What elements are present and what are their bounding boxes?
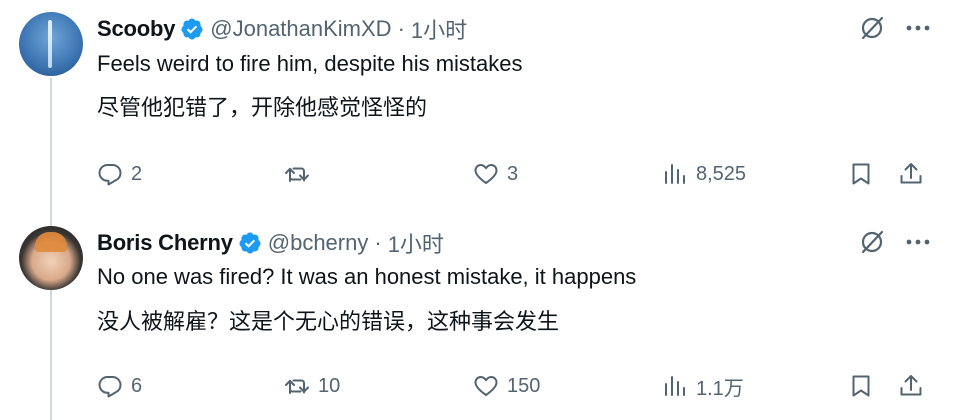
share-icon <box>900 163 922 184</box>
grok-icon[interactable] <box>858 228 886 256</box>
retweet-icon <box>285 167 309 182</box>
tweet-boris-cherny[interactable]: Boris Cherny @bcherny · 1小时 No one was f… <box>0 212 958 420</box>
tweet-action-bar: 6 10 150 1.1万 <box>0 370 958 402</box>
retweet-button[interactable]: 10 <box>284 370 340 402</box>
share-button[interactable] <box>898 158 924 190</box>
like-count: 3 <box>507 162 519 185</box>
views-button[interactable]: 8,525 <box>662 158 746 190</box>
avatar[interactable] <box>19 226 83 290</box>
share-icon <box>900 375 922 396</box>
views-icon <box>665 376 685 396</box>
tweet-scooby[interactable]: Scooby @JonathanKimXD · 1小时 Feels weird … <box>0 0 958 208</box>
display-name[interactable]: Scooby <box>97 16 175 42</box>
retweet-count: 10 <box>318 374 341 397</box>
bookmark-button[interactable] <box>848 370 874 402</box>
tweet-header: Boris Cherny @bcherny · 1小时 <box>97 226 444 260</box>
reply-icon <box>98 376 122 398</box>
share-button[interactable] <box>898 370 924 402</box>
bookmark-button[interactable] <box>848 158 874 190</box>
retweet-icon <box>285 379 309 394</box>
tweet-action-bar: 2 3 8,525 <box>0 158 958 190</box>
reply-count: 6 <box>131 374 143 397</box>
bookmark-icon <box>852 163 870 185</box>
like-button[interactable]: 150 <box>473 370 540 402</box>
view-count: 1.1万 <box>696 377 744 400</box>
more-icon[interactable] <box>904 228 932 256</box>
like-button[interactable]: 3 <box>473 158 518 190</box>
separator-dot: · <box>397 16 405 41</box>
tweet-text: No one was fired? It was an honest mista… <box>97 264 637 289</box>
tweet-top-actions <box>858 228 932 256</box>
separator-dot: · <box>374 230 382 255</box>
reply-icon <box>98 164 122 186</box>
view-count: 8,525 <box>696 162 747 185</box>
views-icon <box>665 164 685 184</box>
more-icon[interactable] <box>904 14 932 42</box>
tweet-translation: 尽管他犯错了，开除他感觉怪怪的 <box>97 96 428 121</box>
like-icon <box>474 164 498 184</box>
grok-icon[interactable] <box>858 14 886 42</box>
like-count: 150 <box>507 374 541 397</box>
tweet-text: Feels weird to fire him, despite his mis… <box>97 51 523 76</box>
reply-count: 2 <box>131 162 143 185</box>
reply-button[interactable]: 6 <box>97 370 142 402</box>
views-button[interactable]: 1.1万 <box>662 370 744 402</box>
verified-badge-icon <box>239 232 261 254</box>
display-name[interactable]: Boris Cherny <box>97 230 233 256</box>
avatar[interactable] <box>19 12 83 76</box>
tweet-translation: 没人被解雇？这是个无心的错误，这种事会发生 <box>97 310 560 335</box>
bookmark-icon <box>852 375 870 397</box>
handle[interactable]: @bcherny <box>268 230 369 256</box>
handle[interactable]: @JonathanKimXD <box>210 16 391 42</box>
tweet-header: Scooby @JonathanKimXD · 1小时 <box>97 12 467 46</box>
timestamp[interactable]: 1小时 <box>411 13 467 45</box>
tweet-top-actions <box>858 14 932 42</box>
like-icon <box>474 376 498 396</box>
verified-badge-icon <box>181 18 203 40</box>
reply-button[interactable]: 2 <box>97 158 142 190</box>
timestamp[interactable]: 1小时 <box>388 227 444 259</box>
retweet-button[interactable] <box>284 158 318 190</box>
